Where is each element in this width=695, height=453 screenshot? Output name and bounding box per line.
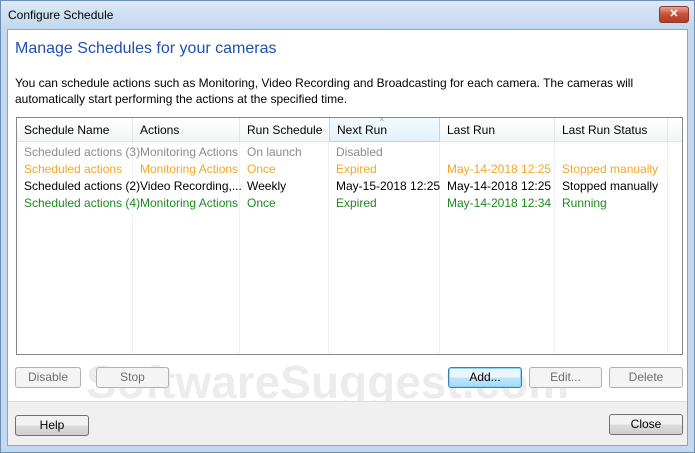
cell-next-run: Disabled — [336, 145, 383, 159]
table-row[interactable]: Scheduled actions (4) Monitoring Actions O… — [17, 195, 682, 212]
cell-run-schedule: Weekly — [247, 179, 287, 193]
dialog-footer: Help Close — [8, 401, 687, 445]
close-icon: ✕ — [669, 8, 679, 20]
window-close-button[interactable]: ✕ — [659, 6, 689, 23]
close-button[interactable]: Close — [609, 414, 683, 435]
cell-name: Scheduled actions (3) — [24, 145, 141, 159]
disable-button[interactable]: Disable — [15, 367, 81, 388]
cell-name: Scheduled actions (2) — [24, 179, 141, 193]
cell-actions: Monitoring Actions — [140, 162, 239, 176]
stop-button[interactable]: Stop — [96, 367, 169, 388]
cell-name: Scheduled actions (4) — [24, 196, 141, 210]
cell-run-schedule: On launch — [247, 145, 302, 159]
schedule-list[interactable]: Schedule Name Actions Run Schedule Next … — [16, 117, 683, 355]
cell-run-schedule: Once — [247, 196, 276, 210]
cell-next-run: May-15-2018 12:25 — [336, 179, 441, 193]
window-title: Configure Schedule — [8, 8, 114, 22]
list-header: Schedule Name Actions Run Schedule Next … — [17, 118, 682, 142]
cell-status: Running — [562, 196, 607, 210]
cell-last-run: May-14-2018 12:25 — [447, 162, 552, 176]
sort-ascending-icon: ^ — [380, 117, 384, 126]
cell-next-run: Expired — [336, 162, 377, 176]
delete-button[interactable]: Delete — [609, 367, 683, 388]
cell-last-run: May-14-2018 12:34 — [447, 196, 552, 210]
cell-actions: Monitoring Actions — [140, 145, 239, 159]
dialog-body: Manage Schedules for your cameras You ca… — [7, 29, 688, 446]
cell-status: Stopped manually — [562, 162, 659, 176]
page-title: Manage Schedules for your cameras — [15, 40, 277, 57]
column-header-next-run[interactable]: Next Run ^ — [329, 118, 440, 142]
edit-button[interactable]: Edit... — [529, 367, 602, 388]
cell-name: Scheduled actions — [24, 162, 123, 176]
cell-last-run: May-14-2018 12:25 — [447, 179, 552, 193]
description: You can schedule actions such as Monitor… — [15, 76, 634, 106]
cell-actions: Monitoring Actions — [140, 196, 239, 210]
title-bar: Configure Schedule ✕ — [1, 1, 694, 29]
table-row[interactable]: Scheduled actions (3) Monitoring Actions O… — [17, 144, 682, 161]
add-button[interactable]: Add... — [448, 367, 522, 388]
table-row[interactable]: Scheduled actions (2) Video Recording,...… — [17, 178, 682, 195]
configure-schedule-window: Configure Schedule ✕ Manage Schedules fo… — [0, 0, 695, 453]
cell-status: Stopped manually — [562, 179, 659, 193]
table-row[interactable]: Scheduled actions Monitoring Actions Once E… — [17, 161, 682, 178]
column-header-schedule-name[interactable]: Schedule Name — [17, 118, 133, 142]
column-header-actions[interactable]: Actions — [133, 118, 240, 142]
column-header-run-schedule[interactable]: Run Schedule — [240, 118, 330, 142]
help-button[interactable]: Help — [15, 415, 89, 436]
column-header-last-run-status[interactable]: Last Run Status — [555, 118, 668, 142]
column-header-last-run[interactable]: Last Run — [440, 118, 555, 142]
cell-actions: Video Recording,... — [140, 179, 242, 193]
cell-run-schedule: Once — [247, 162, 276, 176]
cell-next-run: Expired — [336, 196, 377, 210]
